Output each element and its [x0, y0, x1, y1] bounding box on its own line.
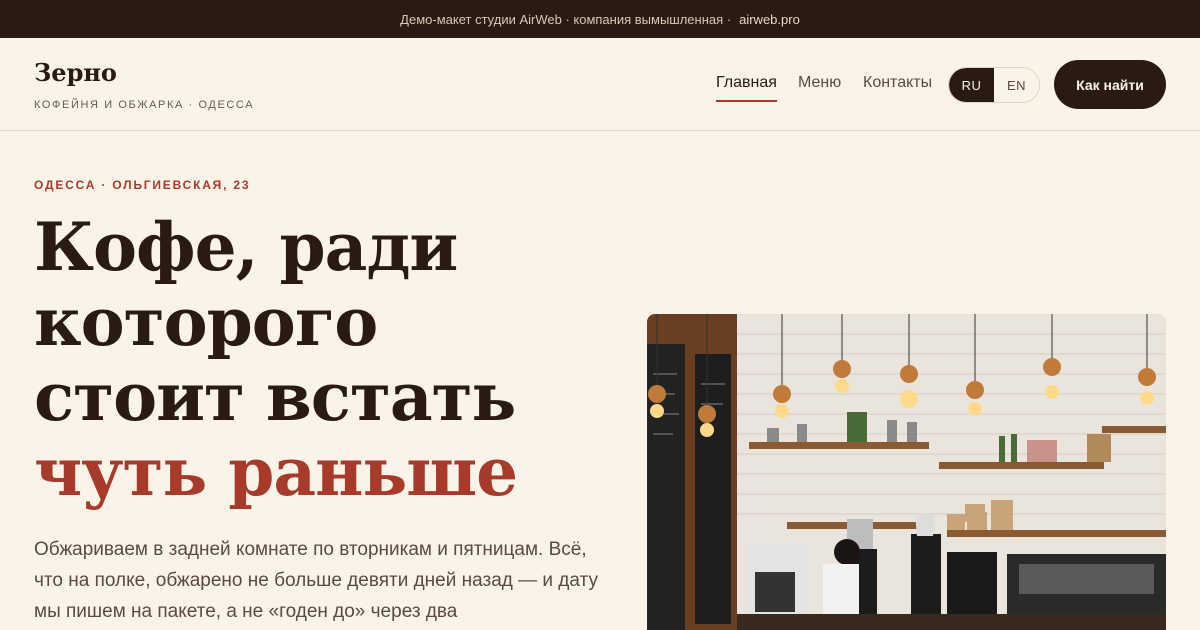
nav-menu[interactable]: Меню: [798, 74, 841, 92]
hero-headline: Кофе, ради которого стоит встать чуть ра…: [34, 210, 634, 510]
brand-logo[interactable]: Зерно: [34, 58, 117, 87]
headline-accent-line: чуть раньше: [34, 433, 518, 511]
lang-en-button[interactable]: EN: [994, 68, 1039, 102]
location-eyebrow: ОДЕССА · ОЛЬГИЕВСКАЯ, 23: [34, 178, 251, 192]
nav-contacts[interactable]: Контакты: [863, 74, 932, 92]
cafe-interior-photo: [647, 314, 1166, 630]
nav-home[interactable]: Главная: [716, 74, 777, 102]
airweb-link[interactable]: airweb.pro: [739, 12, 800, 27]
language-switcher: RU EN: [948, 67, 1040, 103]
headline-line: стоит встать: [34, 358, 516, 436]
demo-banner: Демо-макет студии AirWeb · компания вымы…: [0, 0, 1200, 38]
find-us-button[interactable]: Как найти: [1054, 60, 1166, 109]
lang-ru-button[interactable]: RU: [949, 68, 994, 102]
site-header: Зерно КОФЕЙНЯ И ОБЖАРКА · ОДЕССА Главная…: [0, 38, 1200, 131]
brand-tagline: КОФЕЙНЯ И ОБЖАРКА · ОДЕССА: [34, 99, 255, 111]
headline-line: которого: [34, 283, 378, 361]
hero-lead-text: Обжариваем в задней комнате по вторникам…: [34, 539, 598, 622]
demo-banner-text: Демо-макет студии AirWeb · компания вымы…: [400, 11, 732, 27]
headline-line: Кофе, ради: [34, 208, 458, 286]
